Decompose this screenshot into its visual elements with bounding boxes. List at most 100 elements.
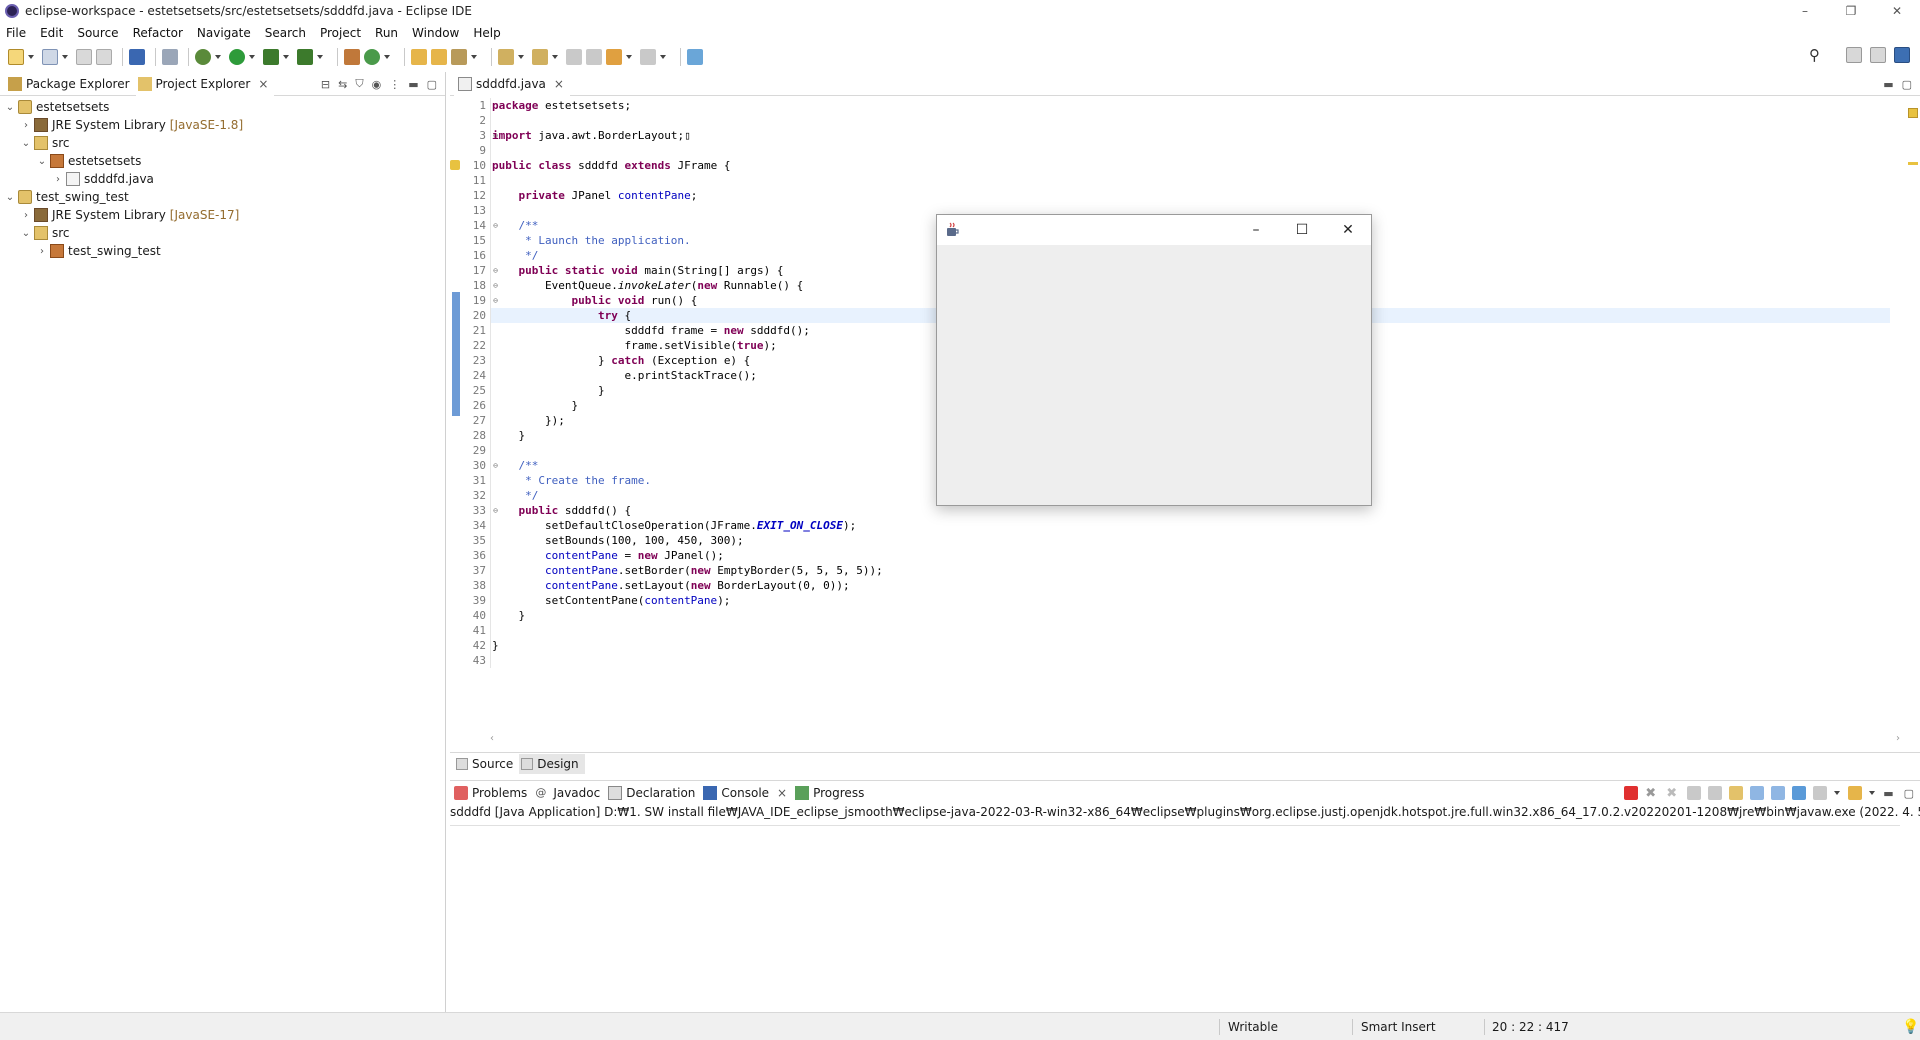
- maximize-view-icon[interactable]: ▢: [1902, 78, 1912, 91]
- menu-navigate[interactable]: Navigate: [197, 26, 251, 40]
- show-on-stdout-icon[interactable]: [1750, 786, 1765, 800]
- restore-button[interactable]: ❐: [1828, 0, 1874, 22]
- link-with-editor-icon[interactable]: ⇆: [338, 78, 347, 91]
- display-console-dropdown-icon[interactable]: [1834, 791, 1841, 795]
- open-console-dropdown-icon[interactable]: [1869, 791, 1876, 795]
- new-dropdown-icon[interactable]: [28, 55, 34, 59]
- back-icon[interactable]: [606, 49, 622, 65]
- save-icon[interactable]: [76, 49, 92, 65]
- chevron-right-icon[interactable]: ›: [36, 246, 48, 257]
- last-edit-icon[interactable]: [566, 49, 582, 65]
- code-line[interactable]: [491, 113, 1890, 128]
- chevron-right-icon[interactable]: ›: [20, 210, 32, 221]
- skip-breakpoints-icon[interactable]: [162, 49, 178, 65]
- tab-sdddfd-java[interactable]: sdddfd.java ×: [454, 71, 570, 96]
- new-java-class-icon[interactable]: [364, 49, 380, 65]
- clear-console-icon[interactable]: [1687, 786, 1702, 800]
- close-icon[interactable]: ×: [777, 786, 787, 800]
- back-dropdown-icon[interactable]: [626, 55, 632, 59]
- code-line[interactable]: [491, 143, 1890, 158]
- tree-item[interactable]: › JRE System Library [JavaSE-17]: [0, 206, 445, 224]
- console-output[interactable]: [450, 825, 1900, 997]
- swing-minimize-button[interactable]: –: [1233, 215, 1279, 245]
- new-icon[interactable]: [8, 49, 24, 65]
- view-menu-icon[interactable]: ⋮: [389, 78, 400, 91]
- new-class-dropdown-icon[interactable]: [384, 55, 390, 59]
- code-line[interactable]: setBounds(100, 100, 450, 300);: [491, 533, 1890, 548]
- word-wrap-icon[interactable]: [1729, 786, 1744, 800]
- pin-editor-icon[interactable]: [687, 49, 703, 65]
- code-line[interactable]: [491, 653, 1890, 668]
- coverage-dropdown-icon[interactable]: [283, 55, 289, 59]
- tab-source[interactable]: Source: [454, 754, 519, 774]
- debug-icon[interactable]: [195, 49, 211, 65]
- remove-launch-icon[interactable]: ✖: [1645, 786, 1659, 801]
- open-console-icon[interactable]: [1848, 786, 1863, 800]
- external-tools-icon[interactable]: [297, 49, 313, 65]
- pin-console-icon[interactable]: [1792, 786, 1807, 800]
- tree-item[interactable]: › test_swing_test: [0, 242, 445, 260]
- code-line[interactable]: setDefaultCloseOperation(JFrame.EXIT_ON_…: [491, 518, 1890, 533]
- chevron-down-icon[interactable]: ⌄: [36, 156, 48, 167]
- maximize-view-icon[interactable]: ▢: [1904, 787, 1914, 800]
- code-line[interactable]: [491, 173, 1890, 188]
- forward-edit-icon[interactable]: [586, 49, 602, 65]
- display-console-icon[interactable]: [1813, 786, 1828, 800]
- menu-search[interactable]: Search: [265, 26, 306, 40]
- menu-help[interactable]: Help: [473, 26, 500, 40]
- forward-icon[interactable]: [640, 49, 656, 65]
- java-perspective-icon[interactable]: [1894, 47, 1910, 63]
- tab-project-explorer[interactable]: Project Explorer ×: [135, 71, 275, 96]
- menu-refactor[interactable]: Refactor: [133, 26, 183, 40]
- forward-dropdown-icon[interactable]: [660, 55, 666, 59]
- maximize-view-icon[interactable]: ▢: [427, 78, 437, 91]
- coverage-icon[interactable]: [263, 49, 279, 65]
- close-button[interactable]: ✕: [1874, 0, 1920, 22]
- previous-annotation-icon[interactable]: [532, 49, 548, 65]
- search-tool-icon[interactable]: [451, 49, 467, 65]
- tree-item[interactable]: › sdddfd.java: [0, 170, 445, 188]
- close-icon[interactable]: ×: [554, 77, 564, 91]
- minimize-view-icon[interactable]: ▬: [408, 78, 418, 91]
- chevron-right-icon[interactable]: ›: [52, 174, 64, 185]
- debug-dropdown-icon[interactable]: [215, 55, 221, 59]
- code-line[interactable]: contentPane = new JPanel();: [491, 548, 1890, 563]
- search-icon[interactable]: ⚲: [1809, 46, 1820, 64]
- code-line[interactable]: public class sdddfd extends JFrame {: [491, 158, 1890, 173]
- cursor-position-status[interactable]: 20 : 22 : 417: [1492, 1013, 1569, 1040]
- tab-design[interactable]: Design: [519, 753, 585, 774]
- chevron-down-icon[interactable]: ⌄: [20, 138, 32, 149]
- scroll-left-icon[interactable]: ‹: [490, 733, 494, 744]
- insert-mode-status[interactable]: Smart Insert: [1361, 1013, 1436, 1040]
- code-line[interactable]: contentPane.setLayout(new BorderLayout(0…: [491, 578, 1890, 593]
- chevron-down-icon[interactable]: ⌄: [4, 192, 16, 203]
- code-line[interactable]: import java.awt.BorderLayout;▯: [491, 128, 1890, 143]
- chevron-down-icon[interactable]: ⌄: [4, 102, 16, 113]
- open-task-icon[interactable]: [431, 49, 447, 65]
- menu-edit[interactable]: Edit: [40, 26, 63, 40]
- tab-javadoc[interactable]: @ Javadoc: [533, 781, 606, 805]
- swing-window-title-bar[interactable]: – ☐ ✕: [937, 215, 1371, 245]
- tree-item[interactable]: ⌄ estetsetsets: [0, 152, 445, 170]
- search-dropdown-icon[interactable]: [471, 55, 477, 59]
- chevron-down-icon[interactable]: ⌄: [20, 228, 32, 239]
- menu-run[interactable]: Run: [375, 26, 398, 40]
- code-line[interactable]: setContentPane(contentPane);: [491, 593, 1890, 608]
- code-line[interactable]: }: [491, 638, 1890, 653]
- tab-console[interactable]: Console ×: [701, 781, 794, 805]
- run-icon[interactable]: [229, 49, 245, 65]
- tree-item[interactable]: ⌄ src: [0, 134, 445, 152]
- collapse-all-icon[interactable]: ⊟: [321, 78, 330, 91]
- tab-progress[interactable]: Progress: [793, 781, 870, 805]
- minimize-view-icon[interactable]: ▬: [1883, 78, 1893, 91]
- code-line[interactable]: private JPanel contentPane;: [491, 188, 1890, 203]
- swing-close-button[interactable]: ✕: [1325, 215, 1371, 245]
- open-perspective-icon[interactable]: [1846, 47, 1862, 63]
- tree-item[interactable]: › JRE System Library [JavaSE-1.8]: [0, 116, 445, 134]
- external-tools-dropdown-icon[interactable]: [317, 55, 323, 59]
- tree-item[interactable]: ⌄ src: [0, 224, 445, 242]
- menu-window[interactable]: Window: [412, 26, 459, 40]
- code-line[interactable]: package estetsetsets;: [491, 98, 1890, 113]
- next-annotation-dropdown-icon[interactable]: [518, 55, 524, 59]
- code-line[interactable]: [491, 623, 1890, 638]
